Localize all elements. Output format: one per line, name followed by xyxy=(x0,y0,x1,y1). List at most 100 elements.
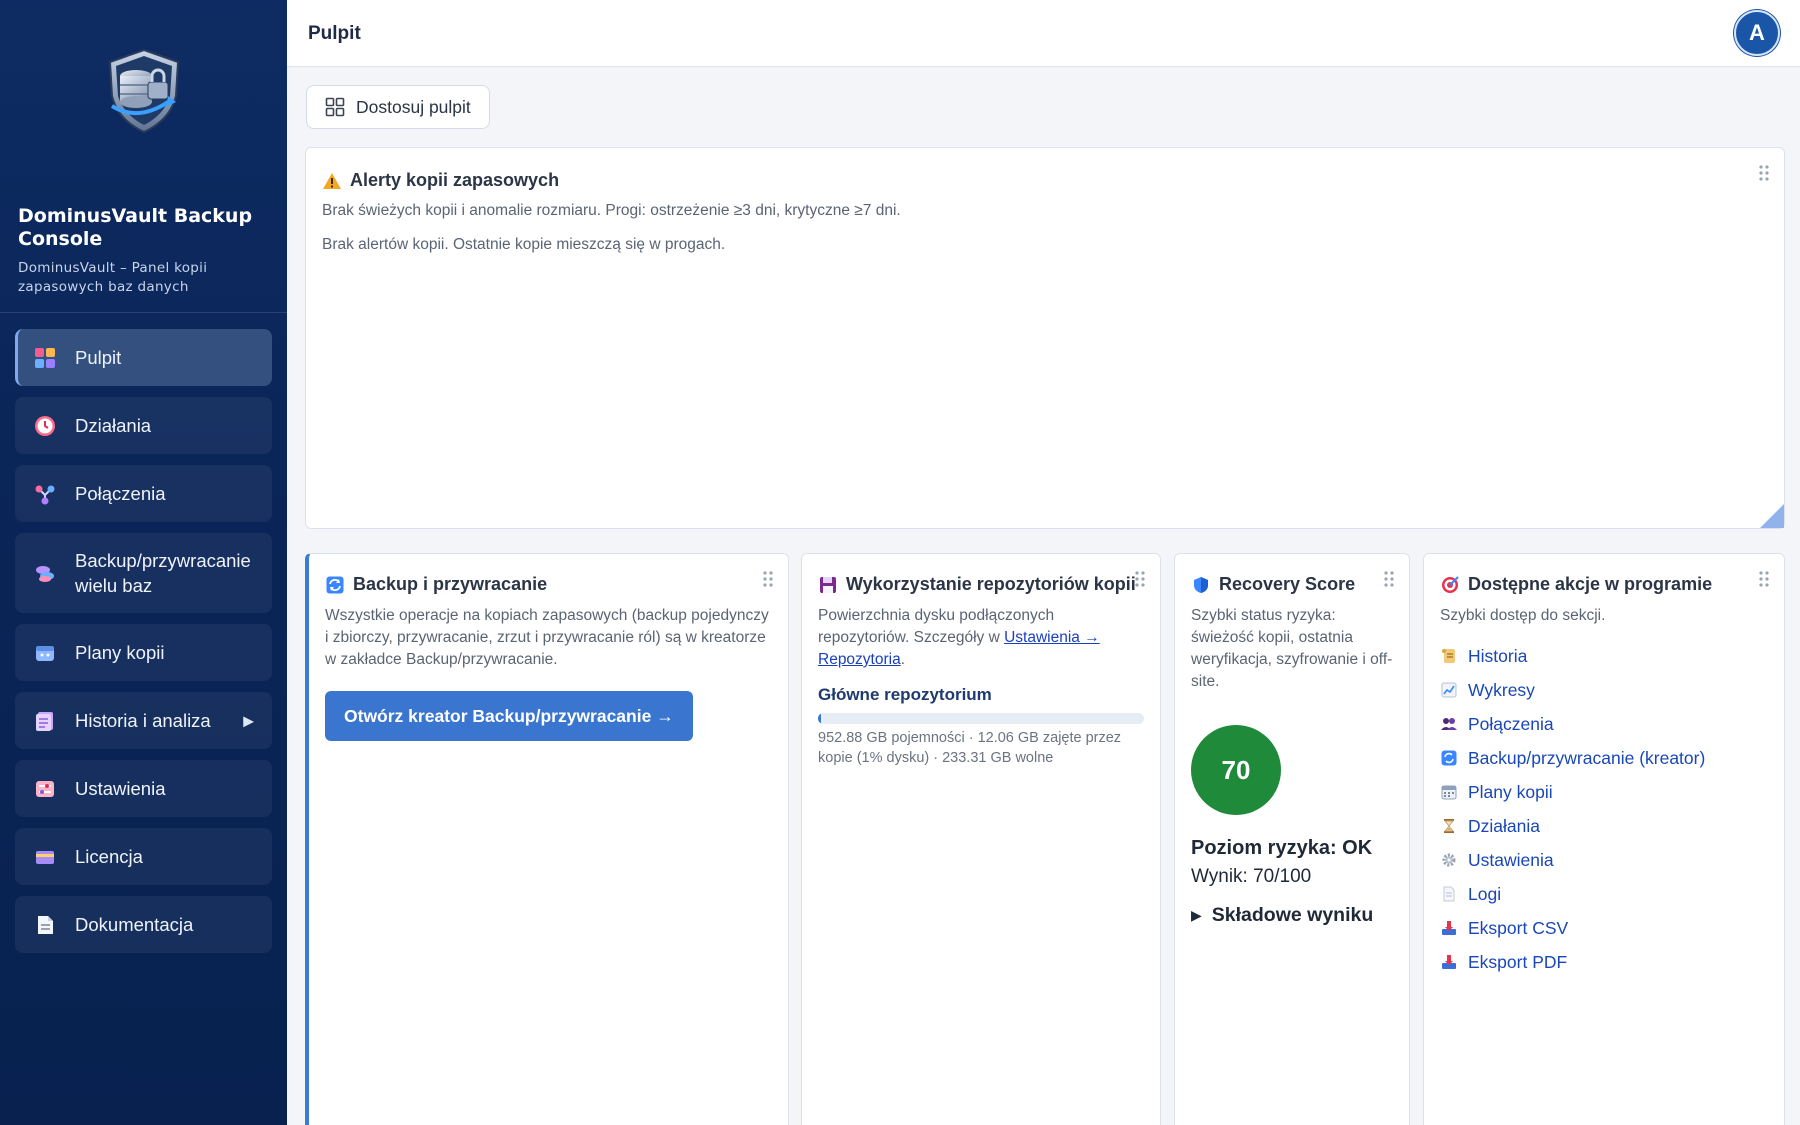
score-result: Wynik: 70/100 xyxy=(1191,866,1312,887)
repo-stats: 952.88 GB pojemności · 12.06 GB zajęte p… xyxy=(818,730,1122,766)
action-item-polaczenia[interactable]: Połączenia xyxy=(1440,707,1768,741)
export-icon xyxy=(1440,953,1458,971)
score-card-title: Recovery Score xyxy=(1191,574,1393,595)
action-item-wykresy[interactable]: Wykresy xyxy=(1440,673,1768,707)
dashboard-icon xyxy=(33,346,57,370)
sidebar-item-label: Ustawienia xyxy=(75,777,166,799)
sidebar-item-label: Działania xyxy=(75,414,152,436)
customize-dashboard-button[interactable]: Dostosuj pulpit xyxy=(306,85,490,129)
action-label: Ustawienia xyxy=(1468,849,1554,870)
score-components-toggle[interactable]: ▶ Składowe wyniku xyxy=(1191,904,1393,927)
vault-shield-logo xyxy=(108,48,180,134)
action-label: Historia xyxy=(1468,645,1528,666)
sidebar-item-historia[interactable]: Historia i analiza ▶ xyxy=(15,692,272,749)
license-card-icon xyxy=(33,845,57,869)
sidebar-divider xyxy=(0,312,287,313)
sidebar-item-licencja[interactable]: Licencja xyxy=(15,828,272,885)
calendar-icon xyxy=(33,641,57,665)
sidebar-item-pulpit[interactable]: Pulpit xyxy=(15,329,272,386)
repo-desc-suffix: . xyxy=(900,651,906,668)
backup-card-description: Wszystkie operacje na kopiach zapasowych… xyxy=(325,607,769,668)
repo-card-title-text: Wykorzystanie repozytoriów kopii xyxy=(846,574,1136,594)
actions-card-title-text: Dostępne akcje w programie xyxy=(1468,574,1713,594)
risk-level: Poziom ryzyka: OK xyxy=(1191,837,1373,859)
user-avatar[interactable]: A xyxy=(1734,10,1780,56)
resize-handle-icon[interactable] xyxy=(1760,504,1784,528)
action-label: Eksport PDF xyxy=(1468,951,1568,972)
action-label: Eksport CSV xyxy=(1468,917,1569,938)
floppy-disk-icon xyxy=(818,575,838,595)
backup-card-title-text: Backup i przywracanie xyxy=(353,574,548,594)
alerts-title: Alerty kopii zapasowych xyxy=(322,170,559,191)
action-item-ustawienia[interactable]: Ustawienia xyxy=(1440,843,1768,877)
repository-usage-card: Wykorzystanie repozytoriów kopii Powierz… xyxy=(801,553,1161,1125)
chart-icon xyxy=(1440,681,1458,699)
database-icon xyxy=(33,561,57,585)
action-item-backup-wizard[interactable]: Backup/przywracanie (kreator) xyxy=(1440,741,1768,775)
brand-subtitle: DominusVault – Panel kopii zapasowych ba… xyxy=(18,260,208,295)
disclosure-triangle-icon: ▶ xyxy=(1191,907,1202,923)
drag-handle-icon[interactable] xyxy=(1134,570,1146,588)
repo-usage-bar xyxy=(818,713,1144,724)
drag-handle-icon[interactable] xyxy=(1758,570,1770,588)
action-label: Logi xyxy=(1468,883,1502,904)
alerts-title-text: Alerty kopii zapasowych xyxy=(350,170,560,190)
scroll-icon xyxy=(1440,647,1458,665)
grid-icon xyxy=(325,97,345,117)
clock-icon xyxy=(33,414,57,438)
score-components-label: Składowe wyniku xyxy=(1211,904,1374,926)
sync-icon xyxy=(325,575,345,595)
alerts-status: Brak alertów kopii. Ostatnie kopie miesz… xyxy=(322,236,726,253)
page-icon xyxy=(1440,885,1458,903)
sidebar: DominusVault Backup Console DominusVault… xyxy=(0,0,287,1125)
customize-label: Dostosuj pulpit xyxy=(356,96,471,117)
backup-card-title: Backup i przywracanie xyxy=(325,574,772,595)
recovery-score-card: Recovery Score Szybki status ryzyka: świ… xyxy=(1174,553,1410,1125)
action-item-eksport-pdf[interactable]: Eksport PDF xyxy=(1440,945,1768,979)
action-label: Plany kopii xyxy=(1468,781,1553,802)
available-actions-card: Dostępne akcje w programie Szybki dostęp… xyxy=(1423,553,1785,1125)
action-item-eksport-csv[interactable]: Eksport CSV xyxy=(1440,911,1768,945)
repo-card-title: Wykorzystanie repozytoriów kopii xyxy=(818,574,1144,595)
action-item-plany[interactable]: Plany kopii xyxy=(1440,775,1768,809)
brand-title: DominusVault Backup Console xyxy=(18,205,253,250)
sidebar-item-label: Plany kopii xyxy=(75,641,165,663)
connections-icon xyxy=(33,482,57,506)
backup-alerts-card: Alerty kopii zapasowych Brak świeżych ko… xyxy=(305,147,1785,529)
action-label: Wykresy xyxy=(1468,679,1535,700)
sidebar-item-plany-kopii[interactable]: Plany kopii xyxy=(15,624,272,681)
brand: DominusVault Backup Console DominusVault… xyxy=(18,205,273,297)
sidebar-item-label: Licencja xyxy=(75,845,143,867)
actions-list: Historia Wykresy Połączenia Backup/przyw… xyxy=(1440,639,1768,979)
export-icon xyxy=(1440,919,1458,937)
score-circle: 70 xyxy=(1191,725,1281,815)
open-backup-wizard-button[interactable]: Otwórz kreator Backup/przywracanie → xyxy=(325,691,693,741)
sidebar-item-dokumentacja[interactable]: Dokumentacja xyxy=(15,896,272,953)
drag-handle-icon[interactable] xyxy=(1758,164,1770,182)
sidebar-item-polaczenia[interactable]: Połączenia xyxy=(15,465,272,522)
hourglass-icon xyxy=(1440,817,1458,835)
sidebar-item-backup-multi[interactable]: Backup/przywracanie wielu baz xyxy=(15,533,272,613)
document-icon xyxy=(33,913,57,937)
sidebar-item-label: Historia i analiza xyxy=(75,709,211,731)
warning-icon xyxy=(322,171,342,191)
repo-usage-bar-fill xyxy=(818,713,822,724)
sync-icon xyxy=(1440,749,1458,767)
action-label: Działania xyxy=(1468,815,1540,836)
actions-card-title: Dostępne akcje w programie xyxy=(1440,574,1768,595)
sidebar-item-label: Backup/przywracanie wielu baz xyxy=(75,550,251,596)
action-item-dzialania[interactable]: Działania xyxy=(1440,809,1768,843)
action-item-historia[interactable]: Historia xyxy=(1440,639,1768,673)
sidebar-item-dzialania[interactable]: Działania xyxy=(15,397,272,454)
action-label: Połączenia xyxy=(1468,713,1554,734)
action-item-logi[interactable]: Logi xyxy=(1440,877,1768,911)
drag-handle-icon[interactable] xyxy=(762,570,774,588)
topbar: Pulpit A xyxy=(287,0,1800,67)
calendar-icon xyxy=(1440,783,1458,801)
alerts-description: Brak świeżych kopii i anomalie rozmiaru.… xyxy=(322,202,901,219)
sidebar-item-label: Pulpit xyxy=(75,346,122,368)
drag-handle-icon[interactable] xyxy=(1383,570,1395,588)
target-icon xyxy=(1440,575,1460,595)
score-description: Szybki status ryzyka: świeżość kopii, os… xyxy=(1191,607,1393,690)
sidebar-item-ustawienia[interactable]: Ustawienia xyxy=(15,760,272,817)
